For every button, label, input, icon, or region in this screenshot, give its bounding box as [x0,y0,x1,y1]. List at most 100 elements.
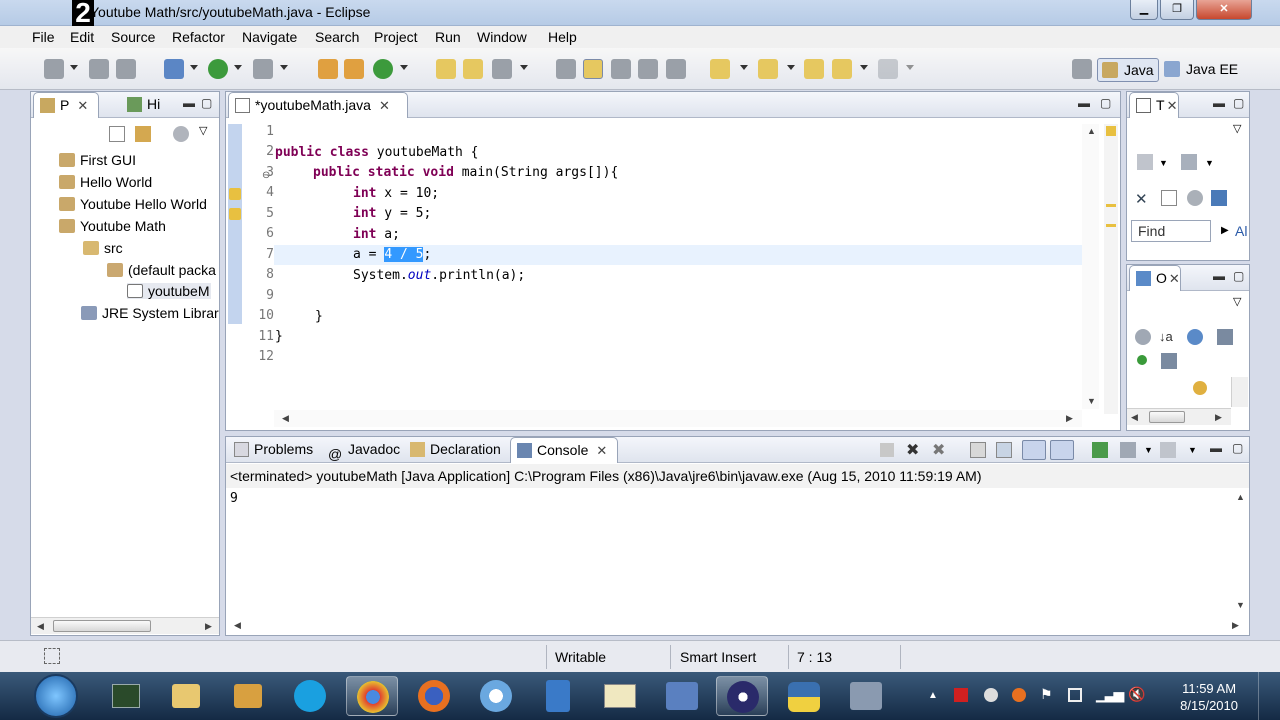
debug-icon[interactable] [164,59,184,79]
tab-hierarchy[interactable]: Hi [121,92,181,118]
categorize-icon[interactable] [1181,154,1197,170]
save-icon[interactable] [89,59,109,79]
taskbar-app[interactable] [408,676,460,716]
maximize-view-icon[interactable]: ▢ [1100,96,1111,110]
previous-annotation-dropdown-icon[interactable] [787,65,795,70]
tree-item-package[interactable]: (default packa [107,262,216,278]
remove-all-launches-icon[interactable]: ✖ [932,440,945,460]
tab-package-explorer[interactable]: P ✕ [33,92,99,118]
filter-icon[interactable] [173,126,189,142]
view-menu-icon[interactable]: ▽ [199,124,207,137]
hide-non-public-icon[interactable] [1187,329,1203,345]
taskbar-app-eclipse[interactable] [716,676,768,716]
warning-marker[interactable] [1106,204,1116,207]
vertical-scrollbar[interactable]: ▲ ▼ [1082,124,1099,409]
forward-icon[interactable] [878,59,898,79]
scroll-right-icon[interactable]: ▶ [205,621,212,632]
taskbar-app[interactable] [100,676,152,716]
run-icon[interactable] [208,59,228,79]
menu-help[interactable]: Help [548,29,577,45]
scroll-left-icon[interactable]: ◀ [234,620,241,631]
tab-youtubemath-java[interactable]: *youtubeMath.java ✕ [228,92,408,118]
minimize-view-icon[interactable]: ▬ [1213,96,1225,110]
taskbar-app[interactable] [346,676,398,716]
perspective-java[interactable]: Java [1097,58,1159,82]
remove-launch-icon[interactable]: ✖ [906,440,919,460]
back-icon[interactable] [832,59,852,79]
public-member-icon[interactable] [1137,355,1147,365]
open-folder-icon[interactable] [463,59,483,79]
maximize-view-icon[interactable]: ▢ [1232,441,1243,455]
scroll-left-icon[interactable]: ◀ [37,621,44,632]
filter-icon[interactable]: ✕ [1135,190,1148,208]
annotations-icon[interactable] [556,59,576,79]
horizontal-scrollbar[interactable]: ◀ ▶ [1127,408,1231,425]
scroll-down-icon[interactable]: ▼ [1087,396,1096,406]
hide-local-types-icon[interactable] [1161,353,1177,369]
next-annotation-dropdown-icon[interactable] [740,65,748,70]
open-perspective-icon[interactable] [1072,59,1092,79]
tree-item-project[interactable]: Youtube Math [59,218,166,234]
vertical-scrollbar[interactable] [1231,377,1248,407]
open-type-icon[interactable] [436,59,456,79]
close-icon[interactable]: ✕ [596,443,607,458]
scroll-thumb[interactable] [1149,411,1185,423]
menu-project[interactable]: Project [374,29,418,45]
external-tools-icon[interactable] [253,59,273,79]
taskbar-app[interactable] [284,676,336,716]
tab-outline[interactable]: O ✕ [1129,265,1181,291]
scroll-up-icon[interactable]: ▲ [1236,492,1245,502]
minimize-view-icon[interactable]: ▬ [1213,269,1225,283]
taskbar-app[interactable] [840,676,892,716]
horizontal-scrollbar[interactable]: ◀ ▶ [274,410,1082,427]
perspective-javaee[interactable]: Java EE [1160,58,1242,82]
scroll-down-icon[interactable]: ▼ [1236,600,1245,610]
last-edit-icon[interactable] [804,59,824,79]
taskbar-app[interactable] [532,676,584,716]
next-annotation-icon[interactable] [710,59,730,79]
scroll-thumb[interactable] [53,620,151,632]
toggle-block-icon[interactable] [611,59,631,79]
new-package-icon[interactable] [344,59,364,79]
selected-text[interactable]: 4 / 5 [384,247,424,262]
console-output[interactable]: 9 [230,491,238,506]
close-icon[interactable]: ✕ [77,98,88,113]
tab-console[interactable]: Console ✕ [510,437,618,463]
tree-item-project[interactable]: Hello World [59,174,152,190]
new-class-icon[interactable] [373,59,393,79]
external-tools-dropdown-icon[interactable] [280,65,288,70]
view-menu-icon[interactable]: ▽ [1233,122,1241,135]
display-console-icon[interactable] [1120,442,1136,458]
view-menu-icon[interactable]: ▽ [1233,295,1241,308]
collapse-all-icon[interactable] [1161,190,1177,206]
main-method-icon[interactable] [1193,381,1207,395]
show-hidden-icons-icon[interactable]: ▲ [928,690,938,701]
new-dropdown-icon[interactable] [70,65,78,70]
new-java-project-icon[interactable] [318,59,338,79]
show-whitespace-icon[interactable] [638,59,658,79]
system-clock[interactable]: 11:59 AM 8/15/2010 [1180,680,1238,714]
search-icon[interactable] [492,59,512,79]
show-desktop-button[interactable] [1258,672,1280,720]
tree-item-project[interactable]: First GUI [59,152,136,168]
scroll-right-icon[interactable]: ▶ [1215,412,1222,423]
tab-problems[interactable]: Problems [228,437,320,463]
print-icon[interactable] [116,59,136,79]
forward-dropdown-icon[interactable] [906,65,914,70]
scroll-left-icon[interactable]: ◀ [1131,412,1138,423]
back-dropdown-icon[interactable] [860,65,868,70]
maximize-view-icon[interactable]: ▢ [1233,269,1244,283]
mark-occurrences-icon[interactable] [583,59,603,79]
maximize-view-icon[interactable]: ▢ [1233,96,1244,110]
previous-annotation-icon[interactable] [758,59,778,79]
menu-window[interactable]: Window [477,29,527,45]
tab-declaration[interactable]: Declaration [404,437,508,463]
task-repository-icon[interactable] [1211,190,1227,206]
minimize-view-icon[interactable]: ▬ [183,96,195,110]
start-button[interactable] [34,674,78,718]
categorize-dropdown-icon[interactable]: ▼ [1205,158,1214,168]
tree-item-jre[interactable]: JRE System Librar [81,305,219,321]
collapse-all-icon[interactable] [109,126,125,142]
scroll-up-icon[interactable]: ▲ [1087,126,1096,136]
pilcrow-icon[interactable] [666,59,686,79]
